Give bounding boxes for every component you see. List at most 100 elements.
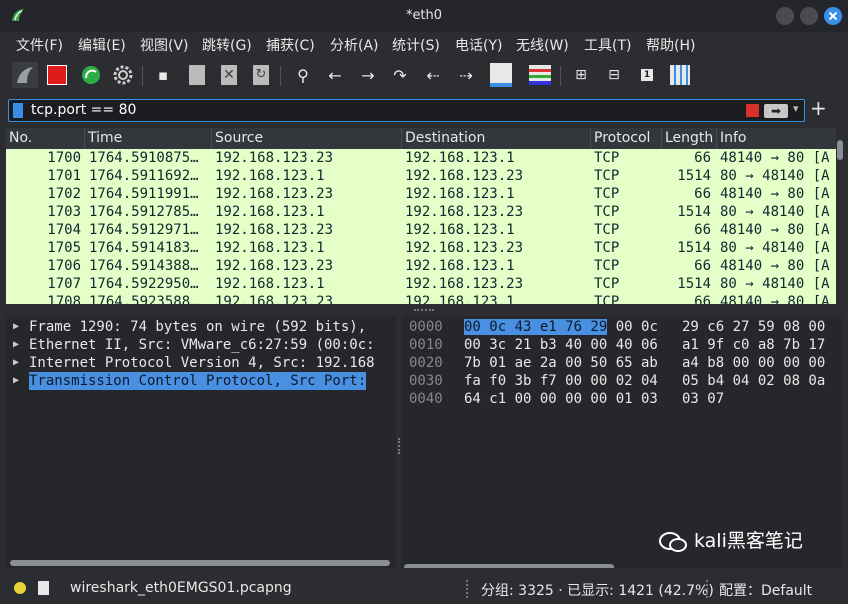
table-row[interactable]: 1706 1764.5914388… 192.168.123.23 192.168.1…: [6, 257, 836, 275]
restart-icon[interactable]: [78, 62, 104, 88]
bookmark-icon[interactable]: [13, 103, 23, 118]
packet-list-scrollbar[interactable]: [836, 128, 844, 304]
menu-telephony[interactable]: 电话(Y): [455, 35, 502, 55]
last-packet-icon[interactable]: ⇢: [453, 62, 479, 88]
cell-length: 66: [694, 294, 711, 304]
expert-info-icon[interactable]: [14, 582, 26, 594]
clear-filter-icon[interactable]: [746, 104, 759, 117]
menu-file[interactable]: 文件(F): [16, 35, 63, 55]
table-row[interactable]: 1707 1764.5922950… 192.168.123.1 192.168.12…: [6, 275, 836, 293]
pane-splitter[interactable]: [0, 304, 848, 316]
open-file-icon[interactable]: ▪: [150, 62, 176, 88]
details-horizontal-scrollbar[interactable]: [10, 560, 390, 566]
bytes-horizontal-scrollbar[interactable]: [404, 564, 614, 568]
search-icon[interactable]: ⚲: [290, 62, 316, 88]
cell-info: 80 → 48140 [A: [720, 240, 830, 256]
filter-text[interactable]: tcp.port == 80: [31, 102, 136, 118]
table-row[interactable]: 1702 1764.5911991… 192.168.123.23 192.168.1…: [6, 185, 836, 203]
column-info[interactable]: Info: [717, 128, 836, 149]
table-row[interactable]: 1701 1764.5911692… 192.168.123.1 192.168.12…: [6, 167, 836, 185]
cell-no: 1702: [47, 186, 81, 202]
autoscroll-icon[interactable]: [488, 62, 514, 88]
menu-capture[interactable]: 捕获(C): [266, 35, 315, 55]
cell-destination: 192.168.123.23: [405, 204, 524, 220]
column-length[interactable]: Length: [662, 128, 717, 149]
column-time[interactable]: Time: [85, 128, 212, 149]
scrollbar-thumb[interactable]: [837, 140, 843, 160]
cell-source: 192.168.123.1: [215, 276, 325, 292]
column-protocol[interactable]: Protocol: [591, 128, 662, 149]
menu-analyze[interactable]: 分析(A): [330, 35, 379, 55]
close-window-button[interactable]: [824, 7, 842, 25]
shark-fin-icon[interactable]: [12, 62, 38, 88]
configuration-profile[interactable]: 配置：Default: [719, 580, 812, 600]
menu-view[interactable]: 视图(V): [140, 35, 189, 55]
cell-destination: 192.168.123.1: [405, 258, 515, 274]
goto-packet-icon[interactable]: ↷: [387, 62, 413, 88]
cell-destination: 192.168.123.1: [405, 222, 515, 238]
expand-arrow-icon[interactable]: ▶: [13, 336, 19, 354]
column-no[interactable]: No.: [6, 128, 85, 149]
cell-destination: 192.168.123.23: [405, 276, 524, 292]
cell-no: 1704: [47, 222, 81, 238]
cell-protocol: TCP: [594, 150, 620, 166]
normal-size-icon[interactable]: 1: [634, 62, 660, 88]
options-gear-icon[interactable]: [110, 62, 136, 88]
minimize-button[interactable]: [776, 7, 794, 25]
forward-icon[interactable]: →: [355, 62, 381, 88]
close-file-icon[interactable]: ✕: [216, 62, 242, 88]
table-row[interactable]: 1704 1764.5912971… 192.168.123.23 192.168.1…: [6, 221, 836, 239]
apply-filter-arrow-icon[interactable]: ➡: [764, 104, 788, 118]
column-destination[interactable]: Destination: [402, 128, 591, 149]
cell-length: 1514: [677, 276, 711, 292]
toolbar-separator: [560, 66, 561, 86]
expand-arrow-icon[interactable]: ▶: [13, 318, 19, 336]
menu-edit[interactable]: 编辑(E): [78, 35, 126, 55]
toolbar-separator: [142, 66, 143, 86]
menu-tools[interactable]: 工具(T): [584, 35, 631, 55]
save-file-icon[interactable]: [184, 62, 210, 88]
packet-list: 1700 1764.5910875… 192.168.123.23 192.168.1…: [6, 149, 836, 304]
display-filter-input[interactable]: tcp.port == 80 ➡ ▾: [8, 99, 805, 122]
cell-no: 1706: [47, 258, 81, 274]
status-bar: wireshark_eth0EMGS01.pcapng 分组: 3325 · 已…: [0, 574, 848, 604]
hex-bytes: 00 0c: [607, 319, 658, 335]
cell-time: 1764.5912785…: [89, 204, 199, 220]
menu-statistics[interactable]: 统计(S): [392, 35, 440, 55]
table-row[interactable]: 1705 1764.5914183… 192.168.123.1 192.168.12…: [6, 239, 836, 257]
cell-info: 48140 → 80 [A: [720, 222, 830, 238]
table-row[interactable]: 1708 1764.5923588… 192.168.123.23 192.168.1…: [6, 293, 836, 304]
capture-comment-icon[interactable]: [38, 581, 49, 595]
table-row[interactable]: 1703 1764.5912785… 192.168.123.1 192.168.12…: [6, 203, 836, 221]
table-row[interactable]: 1700 1764.5910875… 192.168.123.23 192.168.1…: [6, 149, 836, 167]
expand-arrow-icon[interactable]: ▶: [13, 354, 19, 372]
cell-length: 1514: [677, 168, 711, 184]
cell-no: 1705: [47, 240, 81, 256]
filter-history-chevron-down-icon[interactable]: ▾: [793, 102, 799, 115]
capture-file-name: wireshark_eth0EMGS01.pcapng: [70, 580, 292, 596]
menu-help[interactable]: 帮助(H): [646, 35, 695, 55]
column-source[interactable]: Source: [212, 128, 402, 149]
zoom-in-icon[interactable]: ⊞: [568, 62, 594, 88]
cell-no: 1700: [47, 150, 81, 166]
expand-arrow-icon[interactable]: ▶: [13, 372, 19, 390]
first-packet-icon[interactable]: ⇠: [420, 62, 446, 88]
stop-icon[interactable]: [44, 62, 70, 88]
cell-protocol: TCP: [594, 222, 620, 238]
menu-go[interactable]: 跳转(G): [202, 35, 252, 55]
packet-list-header: No. Time Source Destination Protocol Len…: [6, 128, 836, 149]
maximize-button[interactable]: [800, 7, 818, 25]
cell-info: 80 → 48140 [A: [720, 204, 830, 220]
colorize-icon[interactable]: [527, 62, 553, 88]
cell-time: 1764.5914183…: [89, 240, 199, 256]
back-icon[interactable]: ←: [322, 62, 348, 88]
cell-info: 80 → 48140 [A: [720, 276, 830, 292]
menu-wireless[interactable]: 无线(W): [516, 35, 569, 55]
cell-no: 1703: [47, 204, 81, 220]
resize-columns-icon[interactable]: [667, 62, 693, 88]
add-filter-button[interactable]: +: [810, 96, 827, 120]
reload-file-icon[interactable]: ↻: [248, 62, 274, 88]
title-bar: *eth0: [0, 0, 848, 32]
cell-source: 192.168.123.23: [215, 150, 334, 166]
zoom-out-icon[interactable]: ⊟: [601, 62, 627, 88]
